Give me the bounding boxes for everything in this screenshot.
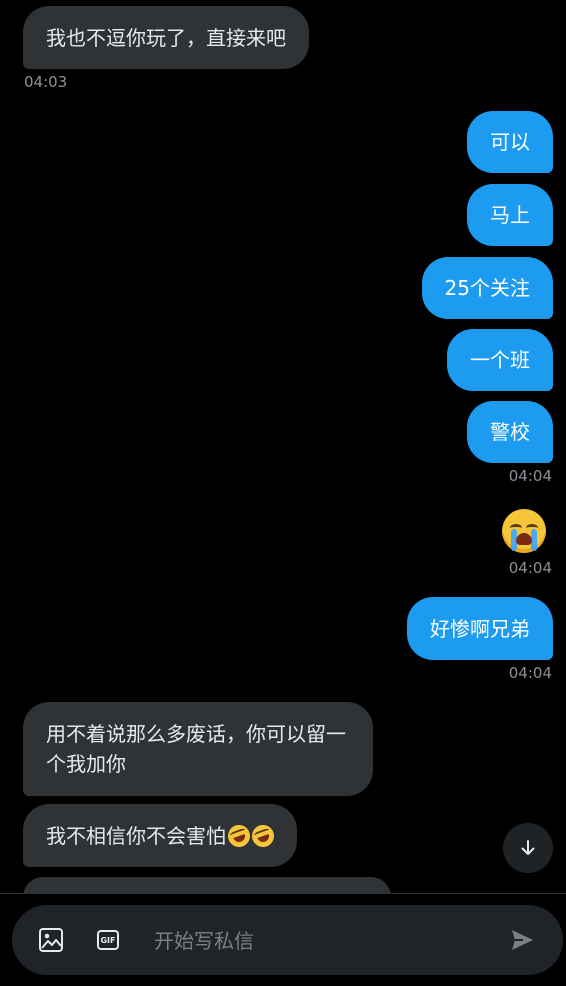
send-button[interactable] <box>508 926 536 954</box>
message-text: 我不相信你不会害怕 <box>46 823 226 848</box>
rolling-laughing-emoji-icon <box>248 821 278 850</box>
rolling-laughing-emoji-icon <box>224 821 254 850</box>
message-outgoing[interactable]: 警校 <box>467 401 553 463</box>
gif-icon: GIF <box>97 930 119 950</box>
message-incoming[interactable] <box>23 877 391 893</box>
message-outgoing[interactable]: 可以 <box>467 111 553 173</box>
message-outgoing[interactable]: 好惨啊兄弟 <box>407 597 553 660</box>
image-icon[interactable] <box>37 926 65 954</box>
message-timestamp: 04:04 <box>508 664 552 682</box>
arrow-down-icon <box>521 840 535 855</box>
message-input[interactable] <box>152 920 476 962</box>
message-outgoing[interactable]: 25个关注 <box>421 257 553 319</box>
message-timestamp: 04:03 <box>24 73 68 91</box>
divider <box>0 893 566 894</box>
send-icon <box>512 930 533 950</box>
message-incoming[interactable]: 用不着说那么多废话，你可以留一个我加你 <box>23 702 373 796</box>
gif-button[interactable]: GIF <box>94 926 122 954</box>
message-incoming[interactable]: 我也不逗你玩了，直接来吧 <box>23 6 309 69</box>
message-text: 警校 <box>490 420 530 444</box>
message-text: 马上 <box>490 203 530 227</box>
message-outgoing[interactable]: 一个班 <box>447 329 553 391</box>
message-text: 用不着说那么多废话，你可以留一个我加你 <box>46 722 346 776</box>
message-incoming[interactable]: 我不相信你不会害怕 <box>23 804 297 867</box>
message-text: 我也不逗你玩了，直接来吧 <box>46 25 286 50</box>
loudly-crying-emoji-icon[interactable] <box>502 509 546 553</box>
scroll-to-bottom-button[interactable] <box>503 823 553 873</box>
message-outgoing[interactable]: 马上 <box>467 184 553 246</box>
message-composer: GIF <box>12 905 563 975</box>
message-timestamp: 04:04 <box>508 559 552 577</box>
message-text: 25个关注 <box>444 276 530 300</box>
message-text: 一个班 <box>470 348 530 372</box>
message-text: 可以 <box>490 130 530 154</box>
message-text: 好惨啊兄弟 <box>430 616 530 641</box>
message-list[interactable]: 我也不逗你玩了，直接来吧 04:03 可以 马上 25个关注 一个班 警校 04… <box>0 0 566 893</box>
message-timestamp: 04:04 <box>508 467 552 485</box>
